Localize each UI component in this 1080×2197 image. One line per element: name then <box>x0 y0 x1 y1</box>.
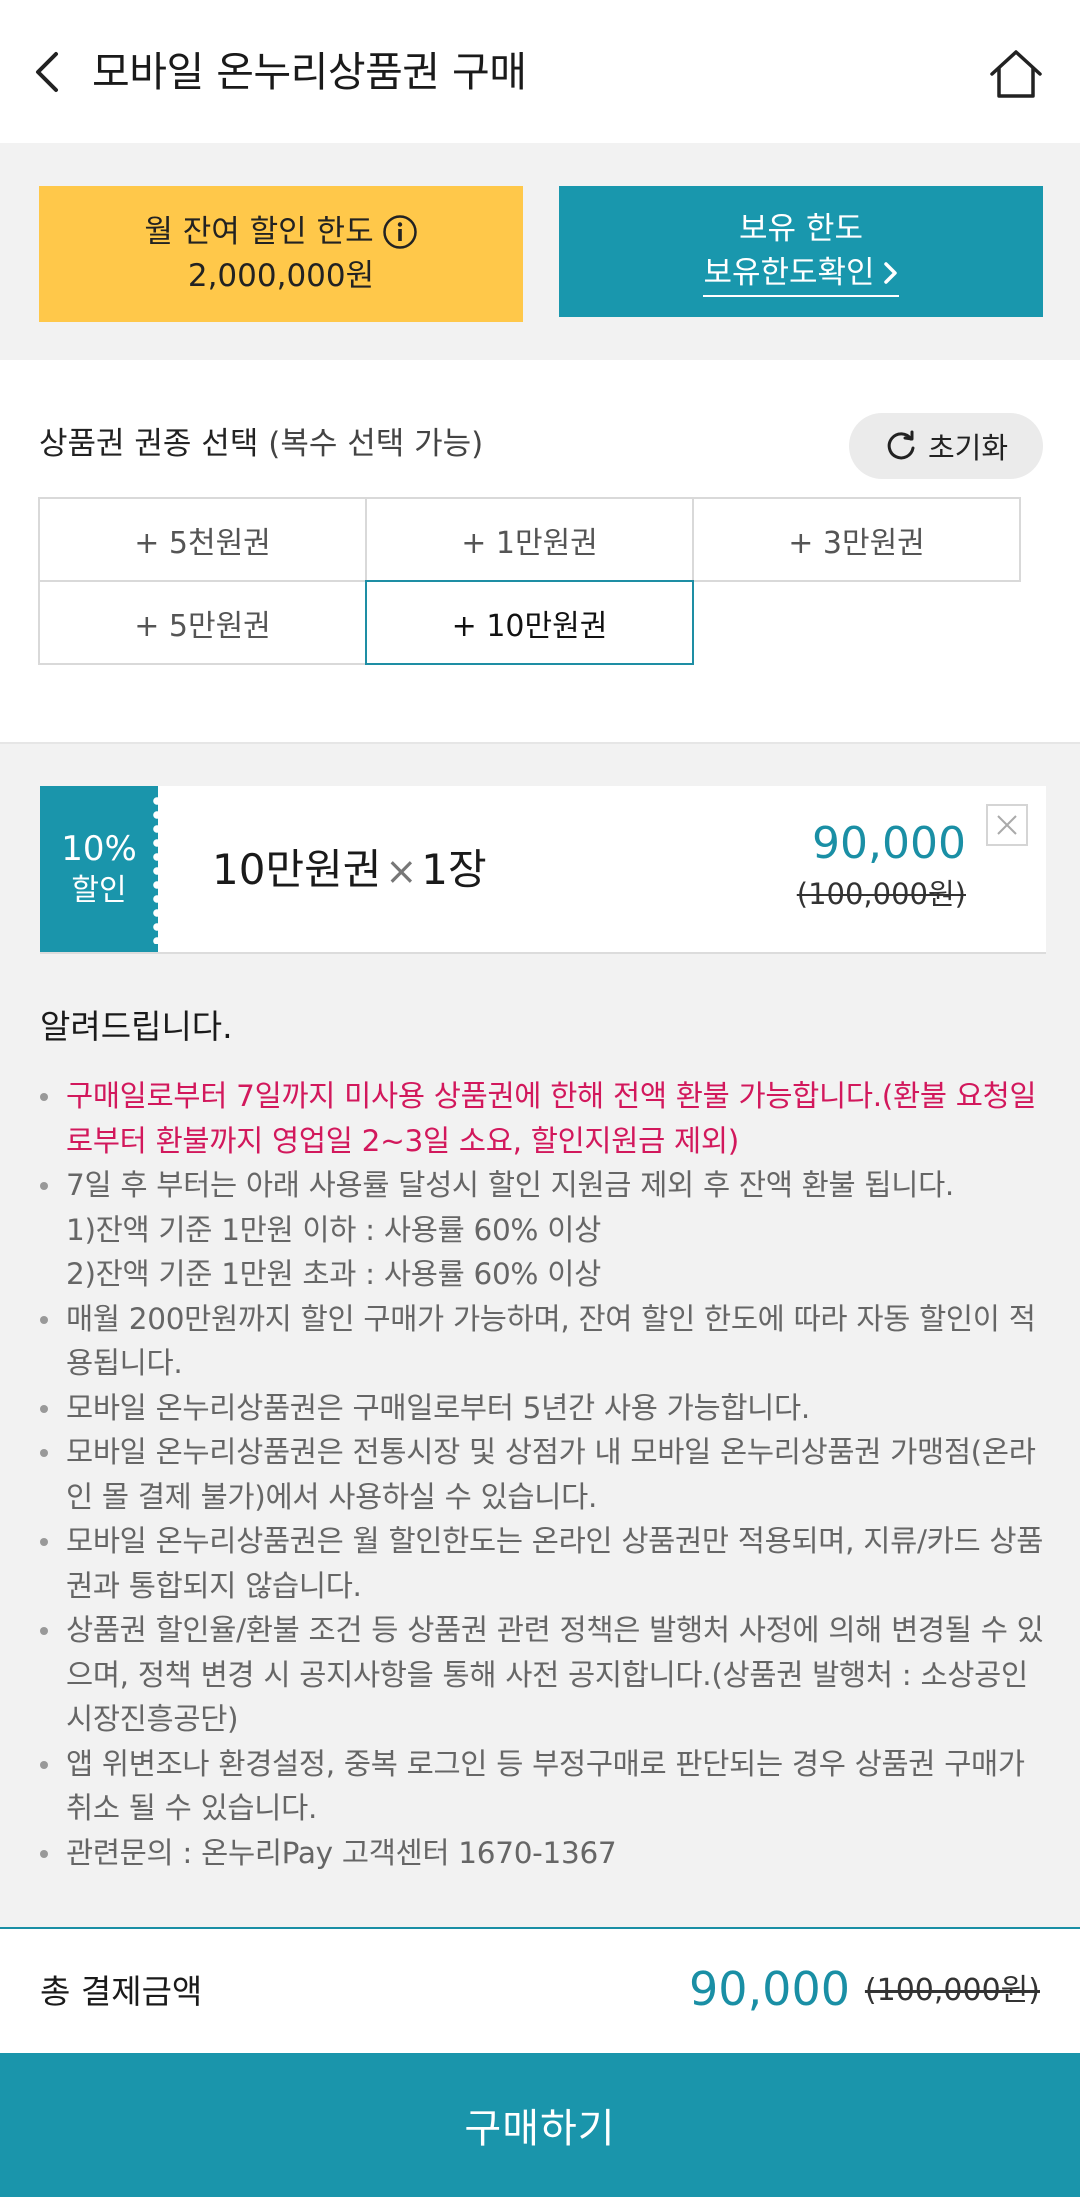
total-bar: 총 결제금액 90,000 (100,000원) <box>0 1927 1080 2053</box>
voucher-option-10k[interactable]: + 1만원권 <box>365 497 694 582</box>
limit-section: 월 잔여 할인 한도 2,000,000원 보유 한도 보유한도확인 <box>0 143 1080 360</box>
notice-title: 알려드립니다. <box>40 1007 233 1046</box>
notice-item: 구매일로부터 7일까지 미사용 상품권에 한해 전액 환불 가능합니다.(환불 … <box>40 1074 1050 1163</box>
discount-percent: 10% <box>61 829 137 869</box>
reset-button[interactable]: 초기화 <box>849 413 1043 479</box>
info-icon[interactable] <box>382 214 418 250</box>
voucher-option-30k[interactable]: + 3만원권 <box>692 497 1021 582</box>
reset-label: 초기화 <box>927 431 1009 465</box>
holding-limit-link[interactable]: 보유한도확인 <box>703 251 899 297</box>
page-title: 모바일 온누리상품권 구매 <box>92 48 527 96</box>
times-sign: × <box>385 849 418 893</box>
close-icon <box>997 815 1017 835</box>
notice-item: 상품권 할인율/환불 조건 등 상품권 관련 정책은 발행처 사정에 의해 변경… <box>40 1608 1050 1742</box>
monthly-limit-value: 2,000,000원 <box>187 258 375 294</box>
monthly-limit-card: 월 잔여 할인 한도 2,000,000원 <box>39 186 523 322</box>
holding-limit-label: 보유 한도 <box>739 210 863 247</box>
monthly-limit-label: 월 잔여 할인 한도 <box>144 214 374 250</box>
notice-subitem: 1)잔액 기준 1만원 이하 : 사용률 60% 이상 <box>66 1212 601 1247</box>
selection-title-sub: (복수 선택 가능) <box>268 426 484 462</box>
cart-section: 10% 할인 10만원권 ×1장 90,000 (100,000원) 알려드립니다… <box>0 744 1080 1927</box>
back-button[interactable] <box>28 46 68 98</box>
voucher-option-50k[interactable]: + 5만원권 <box>38 580 367 665</box>
voucher-option-5k[interactable]: + 5천원권 <box>38 497 367 582</box>
discount-badge: 10% 할인 <box>40 786 158 952</box>
app-header: 모바일 온누리상품권 구매 <box>0 0 1080 143</box>
cart-item-voucher: 10만원권 <box>212 845 382 894</box>
purchase-button[interactable]: 구매하기 <box>0 2053 1080 2197</box>
refresh-icon <box>887 430 915 460</box>
cart-item: 10% 할인 10만원권 ×1장 90,000 (100,000원) <box>40 786 1046 954</box>
voucher-selection: 상품권 권종 선택 (복수 선택 가능) 초기화 + 5천원권 + 1만원권 +… <box>0 360 1080 744</box>
voucher-option-100k[interactable]: + 10만원권 <box>365 580 694 665</box>
cart-item-original-price: (100,000원) <box>796 877 966 911</box>
selection-title-main: 상품권 권종 선택 <box>39 426 259 462</box>
selection-title: 상품권 권종 선택 (복수 선택 가능) <box>39 422 483 466</box>
notice-item: 앱 위변조나 환경설정, 중복 로그인 등 부정구매로 판단되는 경우 상품권 … <box>40 1742 1050 1831</box>
ticket-perforation <box>152 794 162 944</box>
notice-list: 구매일로부터 7일까지 미사용 상품권에 한해 전액 환불 가능합니다.(환불 … <box>40 1074 1050 1875</box>
notice-item: 관련문의 : 온누리Pay 고객센터 1670-1367 <box>40 1831 1050 1876</box>
discount-text: 할인 <box>71 873 127 908</box>
home-button[interactable] <box>988 48 1044 100</box>
notice-subitem: 2)잔액 기준 1만원 초과 : 사용률 60% 이상 <box>66 1257 601 1291</box>
total-original-price: (100,000원) <box>864 1973 1040 2008</box>
total-price: 90,000 <box>689 1962 850 2016</box>
chevron-left-icon <box>36 52 58 92</box>
notice-item: 7일 후 부터는 아래 사용률 달성시 할인 지원금 제외 후 잔액 환불 됩니… <box>40 1163 1050 1208</box>
total-label: 총 결제금액 <box>40 1972 203 2011</box>
remove-item-button[interactable] <box>986 804 1028 846</box>
cart-item-qty: 1장 <box>421 845 487 894</box>
holding-limit-card[interactable]: 보유 한도 보유한도확인 <box>559 186 1043 317</box>
notice-item: 모바일 온누리상품권은 구매일로부터 5년간 사용 가능합니다. <box>40 1386 1050 1431</box>
notice-item: 모바일 온누리상품권은 전통시장 및 상점가 내 모바일 온누리상품권 가맹점(… <box>40 1430 1050 1519</box>
cart-item-price: 90,000 <box>812 818 966 869</box>
notice-item: 모바일 온누리상품권은 월 할인한도는 온라인 상품권만 적용되며, 지류/카드… <box>40 1519 1050 1608</box>
notice-item: 매월 200만원까지 할인 구매가 가능하며, 잔여 할인 한도에 따라 자동 … <box>40 1297 1050 1386</box>
holding-limit-link-text: 보유한도확인 <box>703 254 875 291</box>
cart-item-name: 10만원권 ×1장 <box>212 844 487 897</box>
home-icon <box>990 50 1042 98</box>
chevron-right-icon <box>883 261 897 284</box>
